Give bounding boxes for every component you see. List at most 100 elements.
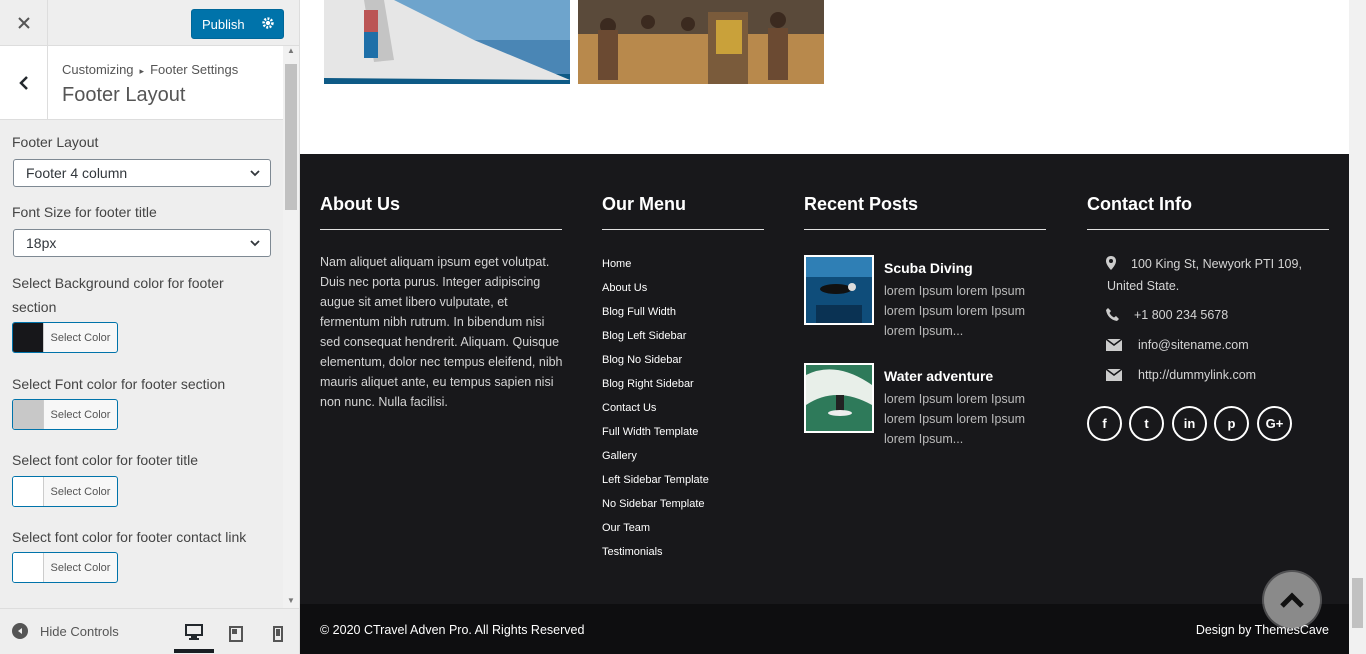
footer-layout-value: Footer 4 column: [26, 165, 128, 181]
preview-scroll-thumb[interactable]: [1352, 578, 1363, 628]
contact-color-button[interactable]: Select Color: [12, 552, 118, 583]
bg-color-button-label: Select Color: [50, 331, 111, 344]
menu-item-left-sidebar[interactable]: Left Sidebar Template: [602, 474, 709, 486]
chevron-down-icon: [250, 170, 260, 177]
title-color-label: Select font color for footer title: [12, 452, 198, 468]
menu-item-about[interactable]: About Us: [602, 282, 647, 294]
post-thumbnail-water[interactable]: [804, 363, 874, 433]
posts-title: Recent Posts: [804, 194, 919, 214]
panel-title: Footer Layout: [62, 84, 186, 106]
bg-color-swatch: [13, 323, 44, 352]
crowd-photo: [578, 0, 824, 84]
posts-divider: [804, 229, 1046, 230]
scroll-down-arrow-icon[interactable]: ▼: [286, 596, 296, 608]
envelope-icon: [1106, 339, 1122, 351]
font-color-label: Select Font color for footer section: [12, 376, 226, 392]
facebook-icon[interactable]: f: [1087, 406, 1122, 441]
phone-icon: [1106, 308, 1119, 321]
contact-title: Contact Info: [1087, 194, 1192, 214]
breadcrumb: Customizing ▸ Footer Settings: [62, 62, 238, 77]
post-title-water[interactable]: Water adventure: [884, 368, 993, 384]
close-icon: [17, 17, 30, 29]
customizer-footer: Hide Controls: [0, 608, 299, 654]
scroll-up-arrow-icon[interactable]: ▲: [286, 46, 296, 58]
collapse-icon: [12, 623, 28, 639]
mobile-preview-button[interactable]: [258, 615, 298, 653]
contact-website[interactable]: http://dummylink.com: [1138, 364, 1256, 386]
mobile-icon: [273, 626, 283, 642]
twitter-icon[interactable]: t: [1129, 406, 1164, 441]
footer-layout-label: Footer Layout: [12, 134, 99, 150]
menu-item-home[interactable]: Home: [602, 258, 631, 270]
gear-icon[interactable]: [261, 16, 275, 30]
customizer-sidebar: Publish Customizing ▸ Footer Settings Foot…: [0, 0, 300, 654]
contact-divider: [1087, 229, 1329, 230]
chevron-up-icon: [1280, 592, 1304, 608]
google-plus-icon[interactable]: G+: [1257, 406, 1292, 441]
bg-color-label: Select Background color for footer secti…: [12, 275, 224, 315]
close-customizer-button[interactable]: [0, 0, 48, 46]
menu-item-testimonials[interactable]: Testimonials: [602, 546, 663, 558]
contact-color-button-label: Select Color: [50, 561, 111, 574]
copyright-text: © 2020 CTravel Adven Pro. All Rights Res…: [320, 623, 585, 637]
menu-title: Our Menu: [602, 194, 686, 214]
chevron-down-icon: [250, 240, 260, 247]
about-title: About Us: [320, 194, 400, 214]
pinterest-icon[interactable]: p: [1214, 406, 1249, 441]
chevron-left-icon: [18, 76, 28, 90]
contact-phone: +1 800 234 5678: [1134, 308, 1229, 322]
contact-address: 100 King St, Newyork PTI 109, United Sta…: [1107, 257, 1302, 293]
menu-item-blog-no[interactable]: Blog No Sidebar: [602, 354, 682, 366]
font-size-value: 18px: [26, 235, 57, 251]
menu-item-blog-left[interactable]: Blog Left Sidebar: [602, 330, 686, 342]
sidebar-scroll-thumb[interactable]: [285, 64, 297, 210]
about-text: Nam aliquet aliquam ipsum eget volutpat.…: [320, 255, 563, 409]
footer-layout-select[interactable]: Footer 4 column: [13, 159, 271, 187]
hide-controls-label: Hide Controls: [40, 623, 119, 639]
preview-scrollbar[interactable]: [1349, 0, 1366, 654]
panel-header: Customizing ▸ Footer Settings Footer Layou…: [0, 46, 283, 120]
font-color-swatch: [13, 400, 44, 429]
menu-item-blog-right[interactable]: Blog Right Sidebar: [602, 378, 694, 390]
post-title-scuba[interactable]: Scuba Diving: [884, 260, 973, 276]
menu-item-contact[interactable]: Contact Us: [602, 402, 656, 414]
back-to-top-button[interactable]: [1264, 572, 1320, 628]
contact-color-swatch: [13, 553, 44, 582]
sidebar-scrollbar[interactable]: ▲ ▼: [283, 46, 299, 608]
tablet-icon: [229, 626, 243, 642]
site-footer: About Us Nam aliquet aliquam ipsum eget …: [300, 154, 1349, 604]
desktop-icon: [185, 624, 203, 640]
menu-item-full-width[interactable]: Full Width Template: [602, 426, 698, 438]
post-excerpt-scuba: lorem Ipsum lorem Ipsum lorem Ipsum lore…: [884, 284, 1026, 338]
menu-item-team[interactable]: Our Team: [602, 522, 650, 534]
contact-color-label: Select font color for footer contact lin…: [12, 529, 247, 545]
font-color-button-label: Select Color: [50, 408, 111, 421]
linkedin-icon[interactable]: in: [1172, 406, 1207, 441]
hide-controls-button[interactable]: Hide Controls: [12, 623, 119, 639]
breadcrumb-arrow-icon: ▸: [139, 66, 145, 76]
font-color-button[interactable]: Select Color: [12, 399, 118, 430]
sailing-photo: [324, 0, 570, 84]
customizer-topbar: Publish: [0, 0, 299, 46]
title-color-button-label: Select Color: [50, 485, 111, 498]
font-size-select[interactable]: 18px: [13, 229, 271, 257]
menu-item-gallery[interactable]: Gallery: [602, 450, 637, 462]
contact-email[interactable]: info@sitename.com: [1138, 334, 1249, 356]
copyright-bar: © 2020 CTravel Adven Pro. All Rights Res…: [300, 604, 1349, 654]
tablet-preview-button[interactable]: [216, 615, 256, 653]
post-thumbnail-scuba[interactable]: [804, 255, 874, 325]
breadcrumb-root: Customizing: [62, 62, 134, 77]
desktop-preview-button[interactable]: [174, 615, 214, 653]
bg-color-button[interactable]: Select Color: [12, 322, 118, 353]
title-color-button[interactable]: Select Color: [12, 476, 118, 507]
menu-divider: [602, 229, 764, 230]
back-button[interactable]: [0, 46, 48, 120]
menu-item-blog-full[interactable]: Blog Full Width: [602, 306, 676, 318]
publish-button[interactable]: Publish: [191, 9, 284, 39]
credit-text[interactable]: Design by ThemesCave: [1196, 623, 1329, 637]
menu-item-no-sidebar[interactable]: No Sidebar Template: [602, 498, 705, 510]
controls-panel: Footer Layout Footer 4 column Font Size …: [0, 121, 283, 607]
breadcrumb-section: Footer Settings: [150, 62, 239, 77]
site-preview: About Us Nam aliquet aliquam ipsum eget …: [300, 0, 1349, 654]
title-color-swatch: [13, 477, 44, 506]
